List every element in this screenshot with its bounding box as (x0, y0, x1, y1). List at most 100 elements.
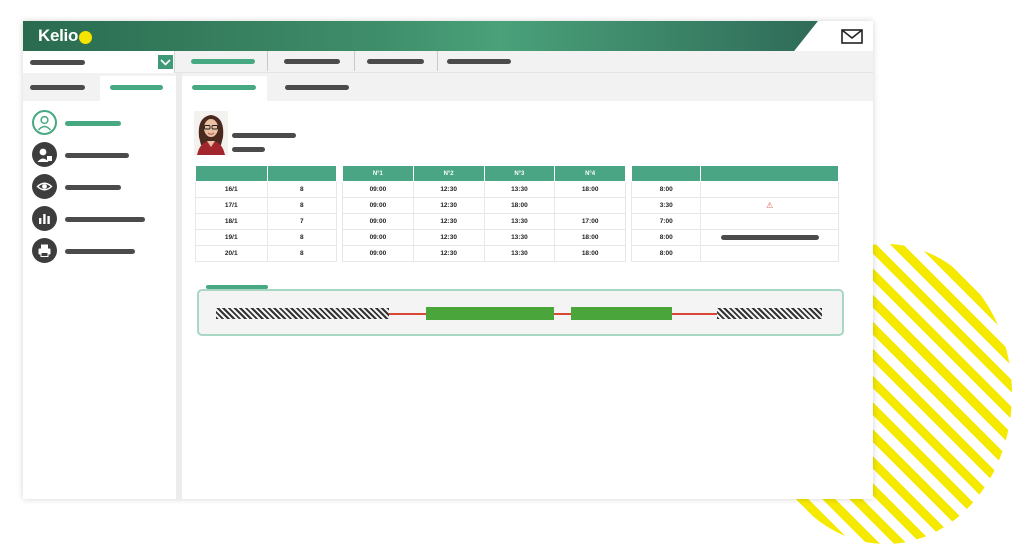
status-cell (700, 181, 839, 198)
table-row[interactable]: 18/1 7 (195, 213, 338, 230)
status-cell (700, 245, 839, 262)
selector-value (30, 60, 85, 65)
mail-icon[interactable] (841, 29, 863, 44)
sidebar-item-label (65, 121, 121, 126)
gap-segment (389, 313, 426, 315)
context-selector[interactable] (23, 51, 175, 73)
user-profile-icon (32, 110, 57, 135)
total-cell: 3:30 (630, 197, 702, 214)
sidebar-item-profile[interactable] (32, 110, 172, 136)
employee-name (232, 133, 296, 138)
off-hours-segment (216, 308, 389, 319)
sidebar-item-label (65, 153, 129, 158)
work-segment[interactable] (571, 307, 672, 320)
sidebar-item-label (65, 185, 121, 190)
tab-separator (267, 51, 268, 71)
punch-time-cell[interactable]: 12:30 (412, 229, 485, 246)
timesheet-date-table: 16/1 8 17/1 8 18/1 7 19/1 8 20/1 8 (195, 165, 338, 262)
user-team-icon (32, 142, 57, 167)
content-tab-1[interactable] (192, 85, 256, 90)
content-tab-2[interactable] (285, 85, 349, 90)
screen: Kelio 16/1 8 17/1 8 18/1 7 19/1 8 20/1 8… (0, 0, 1024, 551)
sidebar (23, 101, 176, 499)
sidebar-item-team[interactable] (32, 142, 172, 168)
table-row[interactable]: 09:00 12:30 13:30 18:00 (342, 181, 626, 198)
sidebar-item-label (65, 217, 145, 222)
table-row[interactable]: 8:00 (630, 229, 839, 246)
warning-icon[interactable]: ⚠ (766, 201, 773, 210)
logo[interactable]: Kelio (38, 26, 93, 46)
top-tab-2[interactable] (284, 59, 340, 64)
table-row[interactable]: 17/1 8 (195, 197, 338, 214)
table-row[interactable]: 09:00 12:30 18:00 (342, 197, 626, 214)
date-cell: 20/1 (195, 245, 268, 262)
table-row[interactable]: 09:00 12:30 13:30 18:00 (342, 229, 626, 246)
eye-icon (32, 174, 57, 199)
day-timeline (197, 289, 844, 336)
chevron-down-icon[interactable] (158, 55, 173, 69)
total-cell: 8:00 (630, 229, 702, 246)
punch-time-cell[interactable]: 09:00 (342, 213, 414, 230)
status-cell (700, 229, 839, 246)
punch-time-cell[interactable] (554, 197, 626, 214)
sidebar-item-print[interactable] (32, 238, 172, 264)
table-row[interactable]: 8:00 (630, 181, 839, 198)
table-row[interactable]: 3:30 ⚠ (630, 197, 839, 214)
status-cell: ⚠ (700, 197, 839, 214)
punch-time-cell[interactable]: 13:30 (483, 181, 556, 198)
value-cell: 8 (266, 197, 338, 214)
punch-time-cell[interactable]: 17:00 (554, 213, 626, 230)
table-row[interactable]: 09:00 12:30 13:30 18:00 (342, 245, 626, 262)
date-cell: 16/1 (195, 181, 268, 198)
top-tab-1[interactable] (191, 59, 255, 64)
punch-column-header: N°1 (342, 165, 414, 182)
bar-chart-icon (32, 206, 57, 231)
total-cell: 8:00 (630, 245, 702, 262)
sidebar-item-label (65, 249, 135, 254)
sidebar-tab-1[interactable] (30, 85, 85, 90)
column-header (195, 165, 268, 182)
table-row[interactable]: 09:00 12:30 13:30 17:00 (342, 213, 626, 230)
punch-time-cell[interactable]: 18:00 (554, 245, 626, 262)
column-header (266, 165, 338, 182)
punch-time-cell[interactable]: 12:30 (412, 213, 485, 230)
punch-time-cell[interactable]: 12:30 (412, 197, 485, 214)
column-header (700, 165, 839, 182)
sidebar-item-view[interactable] (32, 174, 172, 200)
punch-column-header: N°3 (483, 165, 556, 182)
table-row[interactable]: 19/1 8 (195, 229, 338, 246)
sidebar-item-reports[interactable] (32, 206, 172, 232)
punch-time-cell[interactable]: 13:30 (483, 213, 556, 230)
sidebar-tab-2[interactable] (110, 85, 163, 90)
punch-time-cell[interactable]: 09:00 (342, 245, 414, 262)
date-cell: 18/1 (195, 213, 268, 230)
punch-column-header: N°4 (554, 165, 626, 182)
table-row[interactable]: 8:00 (630, 245, 839, 262)
sub-tab-bar (23, 73, 873, 101)
status-cell (700, 213, 839, 230)
punch-time-cell[interactable]: 12:30 (412, 181, 485, 198)
punch-time-cell[interactable]: 13:30 (483, 245, 556, 262)
total-cell: 7:00 (630, 213, 702, 230)
punch-time-cell[interactable]: 13:30 (483, 229, 556, 246)
value-cell: 8 (266, 229, 338, 246)
punch-time-cell[interactable]: 18:00 (554, 181, 626, 198)
employee-avatar (194, 111, 228, 155)
punch-time-cell[interactable]: 09:00 (342, 197, 414, 214)
work-segment[interactable] (426, 307, 554, 320)
header-band (23, 21, 818, 51)
punch-time-cell[interactable]: 09:00 (342, 229, 414, 246)
punch-time-cell[interactable]: 12:30 (412, 245, 485, 262)
punch-time-cell[interactable]: 18:00 (483, 197, 556, 214)
table-row[interactable]: 7:00 (630, 213, 839, 230)
punch-time-cell[interactable]: 18:00 (554, 229, 626, 246)
employee-subtitle (232, 147, 265, 152)
top-tab-3[interactable] (367, 59, 424, 64)
punch-time-cell[interactable]: 09:00 (342, 181, 414, 198)
table-row[interactable]: 20/1 8 (195, 245, 338, 262)
tab-separator (437, 51, 438, 71)
date-cell: 17/1 (195, 197, 268, 214)
table-row[interactable]: 16/1 8 (195, 181, 338, 198)
main-content: 16/1 8 17/1 8 18/1 7 19/1 8 20/1 8 N°1 N°2 N°3 N°4 0… (182, 101, 873, 499)
top-tab-4[interactable] (447, 59, 511, 64)
